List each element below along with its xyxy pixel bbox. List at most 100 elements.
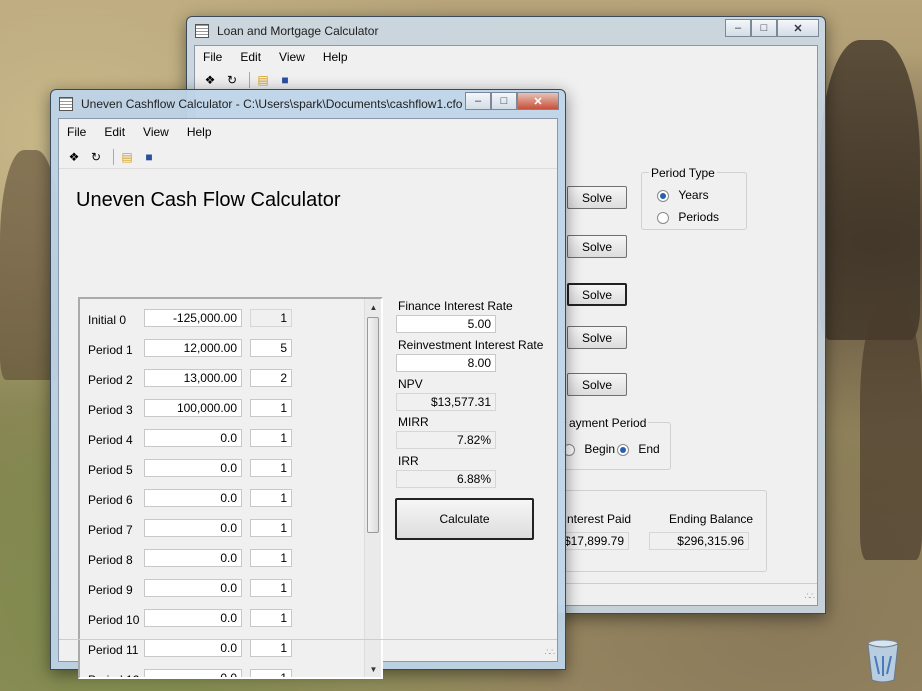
cashflow-count-input[interactable]: 1 [250,429,292,447]
cashflow-amount-input[interactable]: 0.0 [144,609,242,627]
radio-end-label: End [638,442,660,456]
solve-button-1[interactable]: Solve [567,186,627,209]
calculate-button[interactable]: Calculate [395,498,534,540]
period-label: Period 7 [88,523,133,537]
period-type-label: Period Type [649,166,717,180]
vertical-scrollbar[interactable]: ▲ ▼ [364,299,381,677]
radio-years[interactable]: Years [657,188,709,202]
cashflow-amount-input[interactable]: 0.0 [144,489,242,507]
save-icon[interactable]: ■ [276,71,294,89]
period-label: Period 8 [88,553,133,567]
close-button[interactable]: ✕ [777,19,819,37]
cashflow-count-input[interactable]: 1 [250,459,292,477]
resize-grip-icon[interactable]: ∴∴ [805,591,816,602]
mirr-label: MIRR [398,415,429,429]
toolbar-separator [249,72,250,88]
menu-file[interactable]: File [203,50,222,64]
solve-button-4[interactable]: Solve [567,326,627,349]
minimize-button[interactable]: – [465,92,491,110]
table-row: Period 12 0.0 1 [80,669,360,677]
cashflow-amount-input[interactable]: 0.0 [144,579,242,597]
scroll-up-icon[interactable]: ▲ [365,299,381,315]
cashflow-count-input[interactable]: 1 [250,669,292,677]
mirr-value: 7.82% [396,431,496,449]
interest-paid-label: nterest Paid [567,512,632,526]
background-figure [860,300,922,560]
cashflow-count-input[interactable]: 5 [250,339,292,357]
table-row: Period 4 0.0 1 [80,429,360,451]
table-row: Period 2 13,000.00 2 [80,369,360,391]
scroll-down-icon[interactable]: ▼ [365,661,381,677]
cashflow-amount-input[interactable]: 0.0 [144,549,242,567]
radio-button[interactable] [657,189,669,202]
menu-file[interactable]: File [67,125,86,139]
radio-begin[interactable]: Begin [563,442,615,456]
cashflow-count-input[interactable]: 1 [250,549,292,567]
finance-rate-label: Finance Interest Rate [398,299,513,313]
window-titlebar[interactable]: Loan and Mortgage Calculator – □ ✕ [187,17,825,45]
cashflow-amount-input[interactable]: 100,000.00 [144,399,242,417]
cashflow-amount-input[interactable]: -125,000.00 [144,309,242,327]
cashflow-count-input[interactable]: 2 [250,369,292,387]
solve-button-5[interactable]: Solve [567,373,627,396]
resize-grip-icon[interactable]: ∴∴ [545,647,556,658]
table-row: Period 5 0.0 1 [80,459,360,481]
close-button[interactable]: ✕ [517,92,559,110]
period-label: Period 5 [88,463,133,477]
save-icon[interactable]: ■ [140,148,158,166]
new-icon[interactable]: ❖ [201,71,219,89]
refresh-icon[interactable]: ↻ [87,148,105,166]
calculator-app-icon [59,97,73,111]
cashflow-count-input[interactable]: 1 [250,609,292,627]
minimize-button[interactable]: – [725,19,751,37]
payment-period-label: ayment Period [567,416,649,430]
new-icon[interactable]: ❖ [65,148,83,166]
window-client: File Edit View Help ❖ ↻ ▤ ■ Uneven Cash … [58,118,558,679]
menu-bar: File Edit View Help [59,119,557,145]
radio-periods[interactable]: Periods [657,210,719,224]
solve-button-3[interactable]: Solve [567,283,627,306]
table-row: Period 1 12,000.00 5 [80,339,360,361]
ending-balance-label: Ending Balance [669,512,754,526]
open-folder-icon[interactable]: ▤ [254,71,272,89]
cashflow-amount-input[interactable]: 12,000.00 [144,339,242,357]
refresh-icon[interactable]: ↻ [223,71,241,89]
table-row: Period 7 0.0 1 [80,519,360,541]
radio-button[interactable] [657,211,669,224]
period-label: Period 1 [88,343,133,357]
open-folder-icon[interactable]: ▤ [118,148,136,166]
irr-label: IRR [398,454,419,468]
table-row: Period 8 0.0 1 [80,549,360,571]
npv-value: $13,577.31 [396,393,496,411]
maximize-button[interactable]: □ [751,19,777,37]
cashflow-count-input[interactable]: 1 [250,519,292,537]
menu-help[interactable]: Help [187,125,212,139]
cashflow-amount-input[interactable]: 13,000.00 [144,369,242,387]
menu-view[interactable]: View [279,50,305,64]
finance-rate-input[interactable]: 5.00 [396,315,496,333]
reinvest-rate-input[interactable]: 8.00 [396,354,496,372]
uneven-cashflow-window: Uneven Cashflow Calculator - C:\Users\sp… [50,89,566,679]
window-titlebar[interactable]: Uneven Cashflow Calculator - C:\Users\sp… [51,90,565,118]
recycle-bin-icon[interactable] [866,638,900,684]
cashflow-amount-input[interactable]: 0.0 [144,429,242,447]
radio-end[interactable]: End [617,442,660,456]
menu-bar: File Edit View Help [195,46,817,68]
menu-view[interactable]: View [143,125,169,139]
cashflow-count-input[interactable]: 1 [250,399,292,417]
cashflow-count-input[interactable]: 1 [250,579,292,597]
maximize-button[interactable]: □ [491,92,517,110]
cashflow-count-input[interactable]: 1 [250,489,292,507]
cashflow-amount-input[interactable]: 0.0 [144,519,242,537]
menu-edit[interactable]: Edit [104,125,125,139]
cashflow-amount-input[interactable]: 0.0 [144,669,242,677]
menu-help[interactable]: Help [323,50,348,64]
cashflow-amount-input[interactable]: 0.0 [144,459,242,477]
period-label: Period 9 [88,583,133,597]
ending-balance-value: $296,315.96 [649,532,749,550]
menu-edit[interactable]: Edit [240,50,261,64]
scroll-thumb[interactable] [367,317,379,533]
radio-button[interactable] [617,443,629,456]
solve-button-2[interactable]: Solve [567,235,627,258]
cashflow-list: Initial 0 -125,000.00 1 Period 1 12,000.00 5 P… [78,297,383,679]
